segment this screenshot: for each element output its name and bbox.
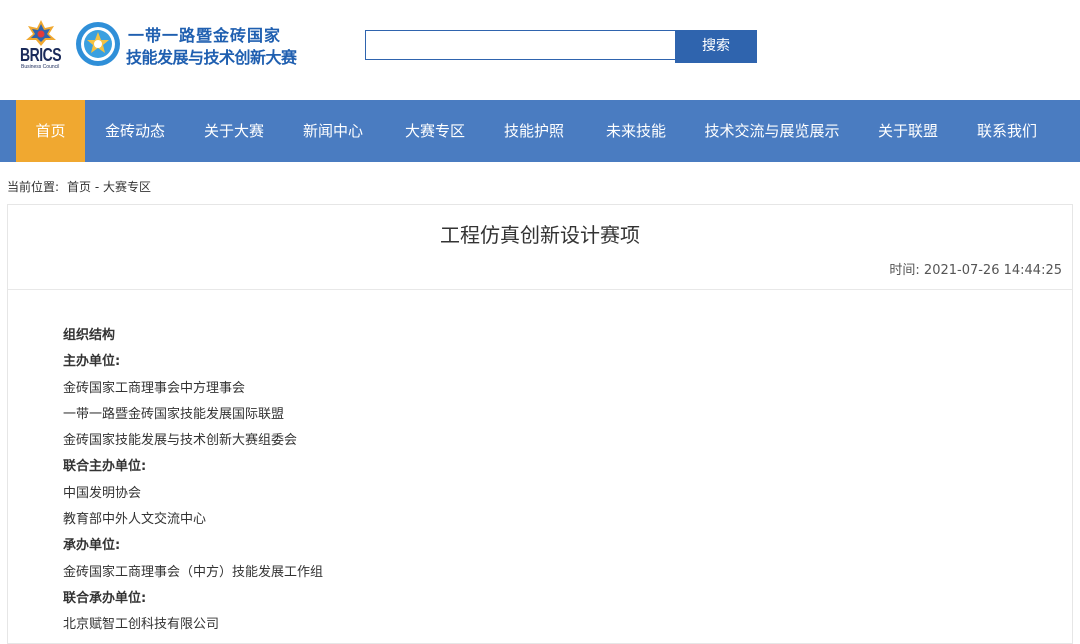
article-content: 组织结构 主办单位: 金砖国家工商理事会中方理事会 一带一路暨金砖国家技能发展国… [63, 323, 323, 639]
brics-logo-text: BRICS [20, 44, 62, 65]
nav-item-future-skills[interactable]: 未来技能 [596, 100, 676, 162]
content-line: 承办单位: [63, 538, 121, 554]
site-header: BRICS Business Council 一带一路暨金砖国家 技能发展与技术… [0, 0, 1080, 100]
brics-logo-subtitle: Business Council [21, 64, 60, 70]
content-line: 中国发明协会 [63, 485, 142, 501]
content-line: 金砖国家工商理事会（中方）技能发展工作组 [63, 564, 324, 580]
content-line: 教育部中外人文交流中心 [63, 512, 207, 528]
breadcrumb-label: 当前位置: [7, 180, 60, 194]
content-line: 联合承办单位: [63, 590, 147, 606]
site-title-line1: 一带一路暨金砖国家 [128, 26, 282, 45]
nav-item-about-alliance[interactable]: 关于联盟 [868, 100, 948, 162]
article-time: 时间: 2021-07-26 14:44:25 [889, 263, 1062, 278]
breadcrumb-path[interactable]: 首页 - 大赛专区 [67, 180, 151, 194]
nav-item-tech-exchange[interactable]: 技术交流与展览展示 [697, 100, 847, 162]
nav-item-home[interactable]: 首页 [16, 100, 85, 162]
content-line: 金砖国家工商理事会中方理事会 [63, 380, 246, 396]
nav-item-contest-zone[interactable]: 大赛专区 [395, 100, 475, 162]
nav-item-news-center[interactable]: 新闻中心 [293, 100, 373, 162]
content-line: 一带一路暨金砖国家技能发展国际联盟 [63, 406, 285, 422]
nav-item-about-contest[interactable]: 关于大赛 [194, 100, 274, 162]
article-title: 工程仿真创新设计赛项 [440, 223, 640, 247]
nav-item-skill-passport[interactable]: 技能护照 [494, 100, 574, 162]
main-nav: 首页 金砖动态 关于大赛 新闻中心 大赛专区 技能护照 未来技能 技术交流与展览… [0, 100, 1080, 162]
content-line: 组织结构 [63, 328, 116, 343]
content-line: 金砖国家技能发展与技术创新大赛组委会 [63, 433, 298, 449]
nav-item-brics-news[interactable]: 金砖动态 [95, 100, 175, 162]
competition-emblem-icon[interactable] [74, 20, 122, 68]
search-button[interactable]: 搜索 [675, 30, 757, 63]
breadcrumb: 当前位置: 首页 - 大赛专区 [7, 178, 151, 195]
nav-item-contact-us[interactable]: 联系我们 [967, 100, 1047, 162]
search-input[interactable] [366, 31, 675, 59]
site-title-line2: 技能发展与技术创新大赛 [126, 48, 297, 67]
content-line: 主办单位: [63, 354, 121, 370]
divider [8, 289, 1072, 290]
search-box [365, 30, 675, 60]
article-panel: 工程仿真创新设计赛项 时间: 2021-07-26 14:44:25 组织结构 … [7, 204, 1073, 644]
content-line: 联合主办单位: [63, 459, 147, 475]
